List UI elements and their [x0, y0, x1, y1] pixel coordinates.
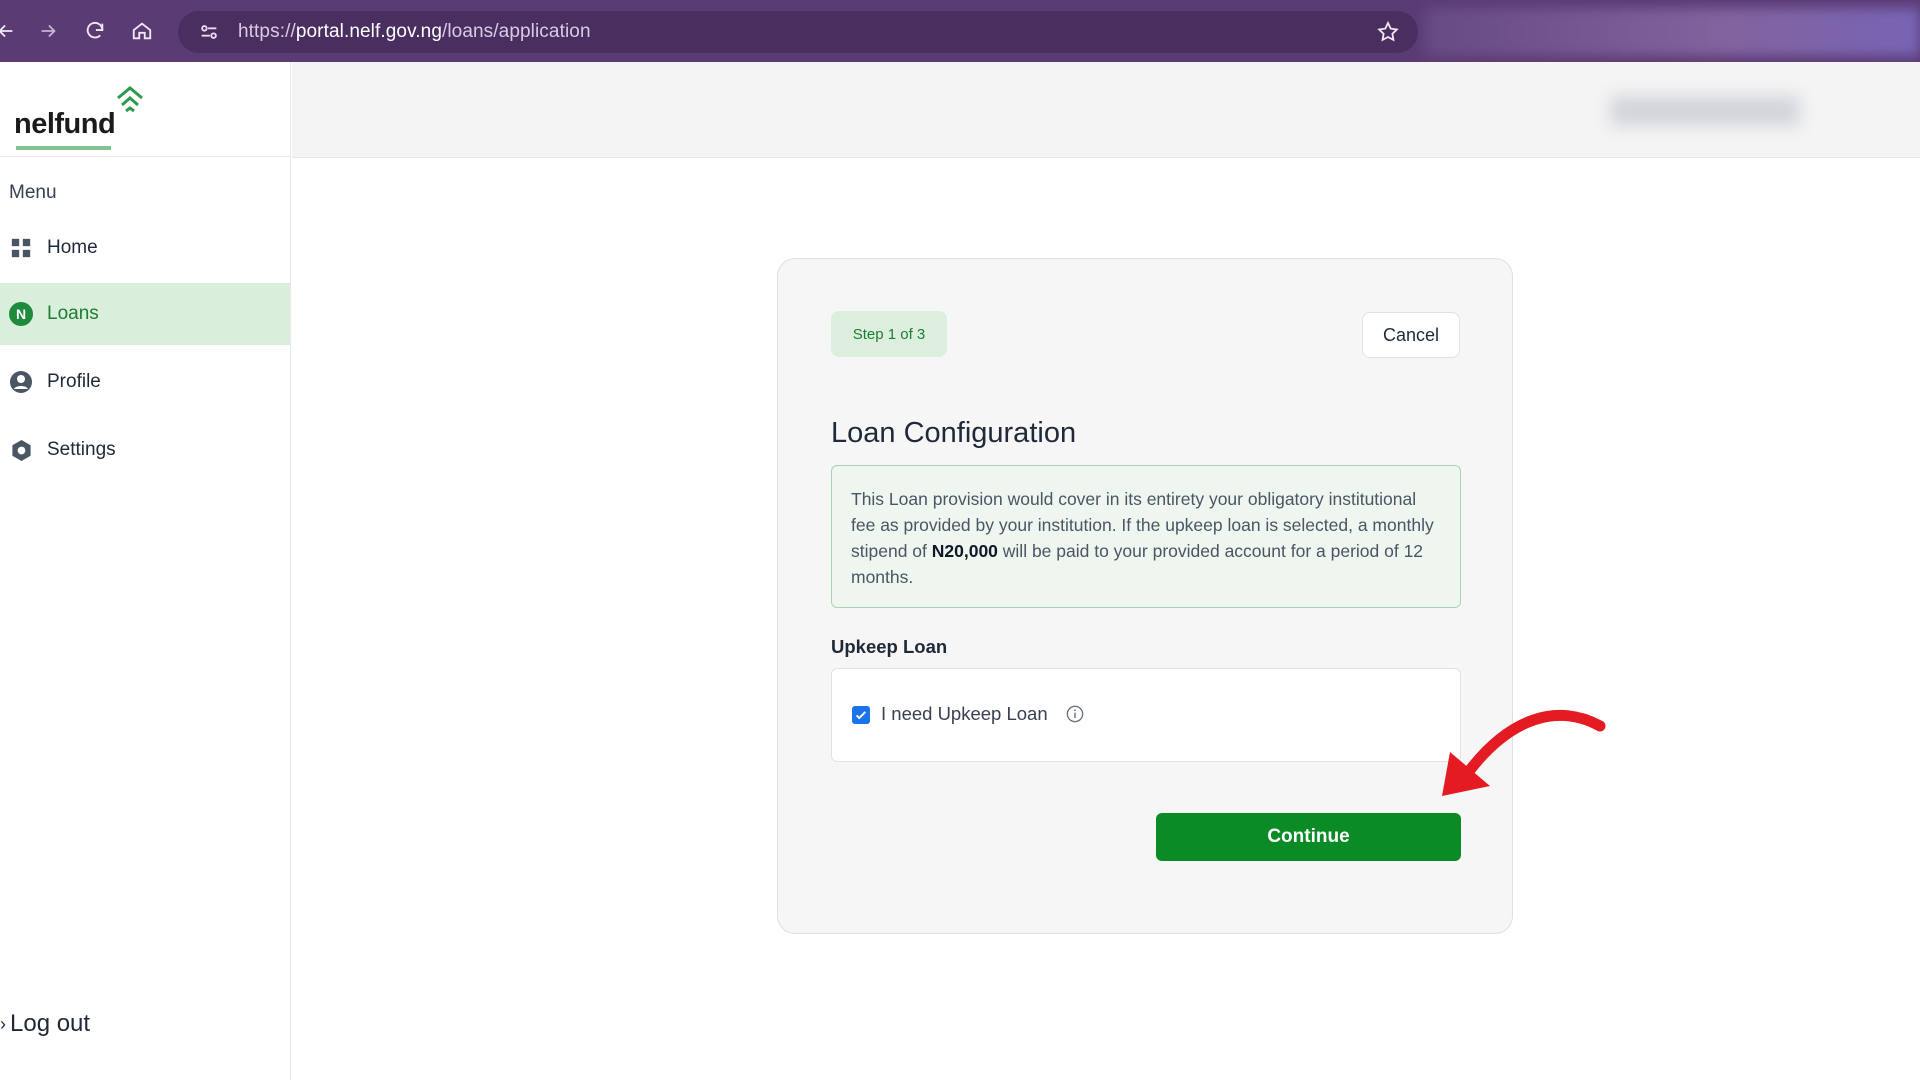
sidebar-item-home[interactable]: Home: [0, 217, 290, 279]
user-menu-blurred[interactable]: [1610, 96, 1800, 126]
menu-label: Menu: [9, 182, 57, 203]
url-path: /loans/application: [441, 21, 591, 42]
cancel-button[interactable]: Cancel: [1362, 312, 1460, 358]
upkeep-loan-checkbox-label[interactable]: I need Upkeep Loan: [881, 703, 1048, 725]
loans-badge: N: [9, 302, 33, 326]
sidebar-item-label: Home: [47, 237, 98, 258]
user-circle-icon: [9, 370, 33, 394]
browser-toolbar: https://portal.nelf.gov.ng/loans/applica…: [0, 0, 1920, 62]
sidebar-item-label: Profile: [47, 371, 101, 392]
logout-link[interactable]: › Log out: [0, 1010, 90, 1038]
sidebar-item-loans[interactable]: N Loans: [0, 283, 290, 345]
extensions-area: [1425, 8, 1920, 56]
site-settings-icon[interactable]: [196, 19, 222, 45]
continue-button[interactable]: Continue: [1156, 813, 1461, 861]
logout-label: Log out: [10, 1010, 91, 1037]
page-header: [292, 62, 1920, 158]
url-scheme: https://: [238, 21, 296, 42]
loan-info-notice: This Loan provision would cover in its e…: [831, 465, 1461, 608]
sidebar-item-profile[interactable]: Profile: [0, 351, 290, 413]
upkeep-loan-label: Upkeep Loan: [831, 636, 948, 657]
logo-wordmark: nelfund: [14, 108, 116, 140]
step-badge: Step 1 of 3: [831, 311, 947, 357]
upkeep-loan-checkbox[interactable]: [852, 706, 870, 724]
address-bar[interactable]: https://portal.nelf.gov.ng/loans/applica…: [178, 11, 1418, 53]
bookmark-star-icon[interactable]: [1376, 20, 1400, 44]
url-text[interactable]: https://portal.nelf.gov.ng/loans/applica…: [238, 21, 591, 43]
gear-icon: [9, 438, 33, 462]
info-icon[interactable]: [1066, 705, 1084, 723]
stipend-amount: N20,000: [931, 541, 998, 561]
page-title: Loan Configuration: [831, 417, 1077, 449]
logout-arrow-icon: ›: [0, 1013, 6, 1034]
sidebar-item-settings[interactable]: Settings: [0, 419, 290, 481]
logo-tagline: [16, 146, 111, 150]
url-host: portal.nelf.gov.ng: [295, 21, 442, 42]
grid-icon: [9, 236, 33, 260]
back-icon[interactable]: [0, 11, 26, 51]
forward-icon[interactable]: [28, 11, 68, 51]
upkeep-loan-option: I need Upkeep Loan: [831, 668, 1461, 762]
annotation-arrow-icon: [1442, 709, 1606, 796]
sidebar-item-label: Settings: [47, 439, 116, 460]
home-browser-icon[interactable]: [122, 11, 162, 51]
nelfund-logo[interactable]: nelfund: [14, 84, 154, 150]
loan-configuration-card: Step 1 of 3 Cancel Loan Configuration Th…: [777, 258, 1513, 934]
reload-icon[interactable]: [75, 11, 115, 51]
sidebar-divider: [0, 156, 291, 157]
naira-circle-icon: N: [9, 302, 33, 326]
sidebar-item-label: Loans: [47, 303, 99, 324]
logo-chevrons-icon: [117, 86, 143, 113]
main-content: Step 1 of 3 Cancel Loan Configuration Th…: [292, 158, 1920, 1080]
sidebar: nelfund Menu Home N Loans Profile Settin…: [0, 62, 291, 1080]
